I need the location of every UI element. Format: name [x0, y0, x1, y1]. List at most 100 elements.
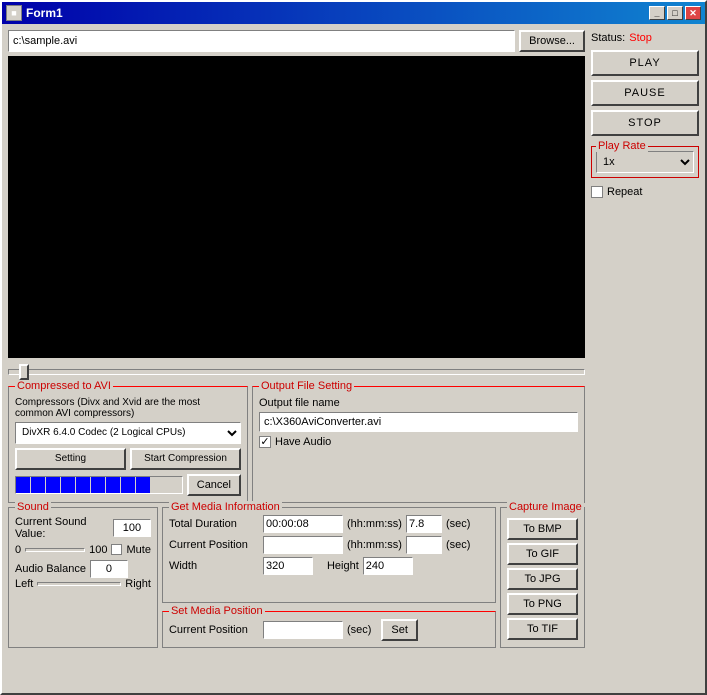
progress-block-6: [91, 477, 105, 493]
compress-section-label: Compressed to AVI: [15, 380, 113, 392]
position-row: Current Position (hh:mm:ss) (sec): [169, 536, 489, 554]
output-section-label: Output File Setting: [259, 380, 354, 392]
progress-bar: [15, 476, 183, 494]
media-info-section: Get Media Information Total Duration (hh…: [162, 507, 496, 603]
browse-button[interactable]: Browse...: [519, 30, 585, 52]
position-sec-label: (sec): [446, 539, 470, 551]
progress-block-9: [136, 477, 150, 493]
title-bar: ■ Form1 _ □ ✕: [2, 2, 705, 24]
set-media-section: Set Media Position Current Position (sec…: [162, 611, 496, 648]
maximize-button[interactable]: □: [667, 6, 683, 20]
to-tif-button[interactable]: To TIF: [507, 618, 578, 640]
close-button[interactable]: ✕: [685, 6, 701, 20]
repeat-checkbox[interactable]: [591, 186, 603, 198]
right-label: Right: [125, 578, 151, 590]
seek-track[interactable]: [8, 369, 585, 375]
output-filename-input[interactable]: [259, 412, 578, 432]
to-jpg-button[interactable]: To JPG: [507, 568, 578, 590]
progress-block-8: [121, 477, 135, 493]
height-label: Height: [327, 560, 359, 572]
sound-section-label: Sound: [15, 501, 51, 513]
mute-checkbox[interactable]: [111, 544, 122, 555]
play-button[interactable]: PLAY: [591, 50, 699, 76]
balance-label: Audio Balance: [15, 563, 86, 575]
start-compression-button[interactable]: Start Compression: [130, 448, 241, 470]
output-section: Output File Setting Output file name ✓ H…: [252, 386, 585, 503]
position-sec-input[interactable]: [406, 536, 442, 554]
progress-area: Cancel: [15, 474, 241, 496]
video-preview: [8, 56, 585, 358]
play-rate-group: Play Rate 1x: [591, 146, 699, 178]
sound-value-row: Current Sound Value:: [15, 516, 151, 540]
setting-button[interactable]: Setting: [15, 448, 126, 470]
right-panel: Status: Stop PLAY PAUSE STOP Play Rate 1…: [591, 30, 699, 687]
left-panel: Browse... Compressed to AVI Compressors …: [8, 30, 585, 687]
pause-button[interactable]: PAUSE: [591, 80, 699, 106]
position-input[interactable]: [263, 536, 343, 554]
set-position-label: Current Position: [169, 624, 259, 636]
set-media-label: Set Media Position: [169, 605, 265, 617]
lr-row: Left Right: [15, 578, 151, 590]
duration-sec-label: (sec): [446, 518, 470, 530]
window-title: Form1: [26, 6, 63, 20]
capture-section: Capture Image To BMP To GIF To JPG To PN…: [500, 507, 585, 648]
to-gif-button[interactable]: To GIF: [507, 543, 578, 565]
duration-sec-input[interactable]: [406, 515, 442, 533]
mute-label: Mute: [126, 544, 150, 556]
position-hhmmss-label: (hh:mm:ss): [347, 539, 402, 551]
seek-bar[interactable]: [8, 362, 585, 382]
have-audio-row: ✓ Have Audio: [259, 436, 578, 448]
set-position-input[interactable]: [263, 621, 343, 639]
sound-section: Sound Current Sound Value: 0 100 Mute: [8, 507, 158, 648]
set-button[interactable]: Set: [381, 619, 418, 641]
dimensions-row: Width Height: [169, 557, 489, 575]
progress-block-7: [106, 477, 120, 493]
compress-buttons: Setting Start Compression: [15, 448, 241, 470]
minimize-button[interactable]: _: [649, 6, 665, 20]
height-input[interactable]: [363, 557, 413, 575]
file-row: Browse...: [8, 30, 585, 52]
sound-value-input[interactable]: [113, 519, 151, 537]
title-bar-left: ■ Form1: [6, 5, 63, 21]
compress-section: Compressed to AVI Compressors (Divx and …: [8, 386, 248, 503]
sound-slider[interactable]: [25, 548, 85, 552]
status-value: Stop: [629, 32, 652, 44]
duration-input[interactable]: [263, 515, 343, 533]
content-area: Browse... Compressed to AVI Compressors …: [2, 24, 705, 693]
duration-row: Total Duration (hh:mm:ss) (sec): [169, 515, 489, 533]
left-label: Left: [15, 578, 33, 590]
progress-block-1: [16, 477, 30, 493]
width-label: Width: [169, 560, 259, 572]
sound-current-label: Current Sound Value:: [15, 516, 109, 540]
stop-button[interactable]: STOP: [591, 110, 699, 136]
width-input[interactable]: [263, 557, 313, 575]
cancel-button[interactable]: Cancel: [187, 474, 241, 496]
status-row: Status: Stop: [591, 32, 699, 44]
progress-block-2: [31, 477, 45, 493]
balance-row: Audio Balance: [15, 560, 151, 578]
duration-label: Total Duration: [169, 518, 259, 530]
set-position-unit: (sec): [347, 624, 371, 636]
set-position-row: Current Position (sec) Set: [169, 619, 489, 641]
capture-buttons: To BMP To GIF To JPG To PNG To TIF: [507, 518, 578, 643]
output-name-label: Output file name: [259, 397, 578, 409]
balance-input[interactable]: [90, 560, 128, 578]
duration-hhmmss-label: (hh:mm:ss): [347, 518, 402, 530]
codec-select[interactable]: DivXR 6.4.0 Codec (2 Logical CPUs): [15, 422, 241, 444]
title-buttons: _ □ ✕: [649, 6, 701, 20]
sound-min-label: 0: [15, 544, 21, 556]
capture-section-label: Capture Image: [507, 501, 584, 513]
to-bmp-button[interactable]: To BMP: [507, 518, 578, 540]
sound-slider-row: 0 100 Mute: [15, 544, 151, 556]
file-path-input[interactable]: [8, 30, 515, 52]
progress-block-3: [46, 477, 60, 493]
play-rate-select[interactable]: 1x: [596, 151, 694, 173]
have-audio-checkbox[interactable]: ✓: [259, 436, 271, 448]
progress-block-5: [76, 477, 90, 493]
to-png-button[interactable]: To PNG: [507, 593, 578, 615]
repeat-label: Repeat: [607, 186, 642, 198]
seek-thumb[interactable]: [19, 364, 29, 380]
status-label: Status:: [591, 32, 625, 44]
balance-slider[interactable]: [37, 582, 121, 586]
window-icon: ■: [6, 5, 22, 21]
